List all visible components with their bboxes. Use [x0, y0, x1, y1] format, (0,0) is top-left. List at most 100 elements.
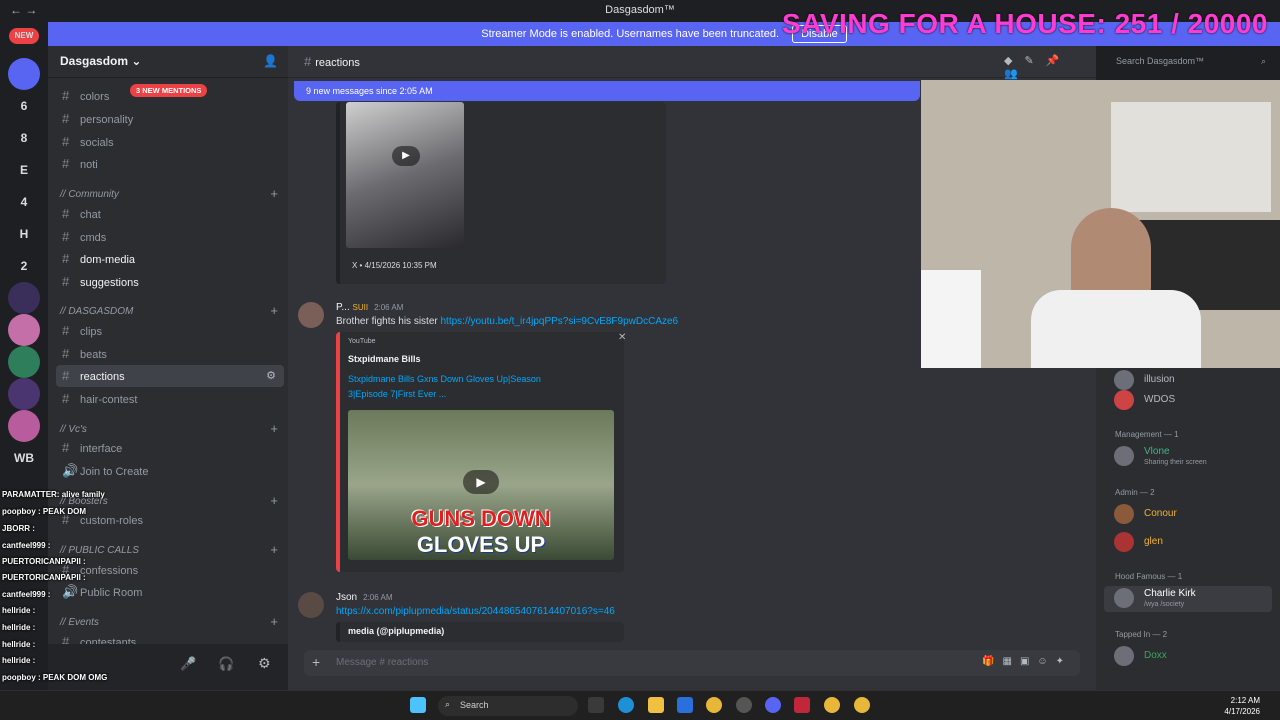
category-dasgasdom[interactable]: // DASGASDOM — [60, 306, 133, 317]
channel-reactions[interactable]: # reactions ⚙ — [56, 365, 284, 387]
file-explorer-icon[interactable] — [648, 697, 664, 713]
server-name: Dasgasdom — [60, 54, 129, 68]
obs-icon[interactable] — [736, 697, 752, 713]
search-input[interactable]: Search Dasgasdom™ ⌕ — [1110, 53, 1272, 71]
channel-cmds[interactable]: # cmds — [56, 226, 284, 248]
channel-personality[interactable]: # personality — [56, 108, 284, 130]
chrome-icon[interactable] — [706, 697, 722, 713]
category-vcs[interactable]: // Vc's — [60, 424, 87, 435]
add-channel-icon[interactable]: + — [270, 542, 278, 557]
channel-beats[interactable]: # beats — [56, 343, 284, 365]
channel-socials[interactable]: # socials — [56, 131, 284, 153]
member[interactable]: Doxx — [1104, 644, 1272, 670]
server-icon[interactable]: 8 — [8, 122, 40, 154]
new-badge[interactable]: NEW — [9, 28, 39, 44]
embed-provider: YouTube — [348, 338, 376, 345]
avatar — [1114, 532, 1134, 552]
channel-interface[interactable]: # interface — [56, 437, 284, 459]
message-link[interactable]: https://x.com/piplupmedia/status/2044865… — [336, 606, 615, 617]
channel-confessions[interactable]: # confessions — [56, 559, 284, 581]
category-community[interactable]: // Community — [60, 189, 119, 200]
add-channel-icon[interactable]: + — [270, 303, 278, 318]
channel-clips[interactable]: # clips — [56, 320, 284, 342]
hash-icon: # — [62, 274, 70, 289]
windows-start-icon[interactable] — [410, 697, 426, 713]
member[interactable]: Conour — [1104, 502, 1272, 528]
play-icon[interactable]: ▶ — [392, 146, 420, 166]
mic-muted-icon[interactable]: 🎤 — [180, 656, 196, 672]
author-name[interactable]: Json — [336, 592, 357, 603]
message-input[interactable]: + Message # reactions 🎁▦▣☺✦ — [304, 650, 1080, 676]
server-icon[interactable]: H — [8, 218, 40, 250]
server-icon[interactable]: 2 — [8, 250, 40, 282]
plus-icon[interactable]: + — [312, 654, 320, 670]
voice-join-to-create[interactable]: 🔊 Join to Create — [56, 460, 284, 482]
server-icon[interactable] — [8, 58, 40, 90]
system-clock[interactable]: 2:12 AM 4/17/2026 — [1224, 695, 1260, 717]
channel-dom-media[interactable]: # dom-media — [56, 248, 284, 270]
youtube-embed: YouTube Stxpidmane Bills Stxpidmane Bill… — [336, 332, 626, 572]
app-icon[interactable] — [794, 697, 810, 713]
avatar[interactable] — [298, 302, 324, 328]
close-embed-icon[interactable]: ✕ — [618, 332, 626, 343]
channel-header: # reactions ◆✎📌👥 — [288, 46, 1096, 80]
header-action-icons[interactable]: ◆✎📌👥 — [1004, 54, 1096, 80]
author-name[interactable]: P... — [336, 302, 350, 313]
server-icon[interactable] — [8, 410, 40, 442]
embed-title-line2[interactable]: 3|Episode 7|First Ever ... — [348, 389, 446, 399]
user-tag: SUII — [352, 303, 369, 312]
member-group-label: Hood Famous — 1 — [1115, 572, 1183, 581]
stream-chat-line: hellride : — [2, 640, 36, 649]
channel-settings-icon[interactable]: ⚙ — [266, 365, 276, 387]
add-channel-icon[interactable]: + — [270, 421, 278, 436]
new-messages-bar[interactable]: 9 new messages since 2:05 AM — [294, 81, 920, 101]
server-icon[interactable]: 6 — [8, 90, 40, 122]
chrome-icon[interactable] — [854, 697, 870, 713]
channel-noti[interactable]: # noti — [56, 153, 284, 175]
thumb-caption-2: GLOVES UP — [416, 532, 546, 557]
edge-icon[interactable] — [618, 697, 634, 713]
chrome-icon[interactable] — [824, 697, 840, 713]
channel-hair-contest[interactable]: # hair-contest — [56, 388, 284, 410]
play-icon[interactable]: ▶ — [463, 470, 499, 494]
server-header[interactable]: Dasgasdom ⌄ 👤 — [48, 46, 288, 78]
store-icon[interactable] — [677, 697, 693, 713]
server-icon[interactable] — [8, 378, 40, 410]
channel-chat[interactable]: # chat — [56, 203, 284, 225]
add-member-icon[interactable]: 👤 — [263, 54, 278, 68]
settings-gear-icon[interactable]: ⚙ — [258, 655, 271, 672]
video-thumbnail[interactable]: ▶ — [346, 102, 464, 248]
taskbar-search[interactable]: ⌕ Search — [438, 696, 578, 716]
category-public-calls[interactable]: // PUBLIC CALLS — [60, 545, 139, 556]
hash-icon: # — [304, 54, 312, 69]
server-icon[interactable]: E — [8, 154, 40, 186]
task-view-icon[interactable] — [588, 697, 604, 713]
server-icon[interactable] — [8, 282, 40, 314]
search-icon: ⌕ — [445, 699, 451, 709]
channel-suggestions[interactable]: # suggestions — [56, 271, 284, 293]
member[interactable]: glen — [1104, 530, 1272, 556]
input-action-icons[interactable]: 🎁▦▣☺✦ — [982, 656, 1072, 667]
avatar[interactable] — [298, 592, 324, 618]
add-channel-icon[interactable]: + — [270, 614, 278, 629]
channel-custom-roles[interactable]: # custom-roles — [56, 509, 284, 531]
server-icon[interactable]: WB — [8, 442, 40, 474]
video-thumbnail[interactable]: ▶ GUNS DOWN GLOVES UP — [348, 410, 614, 560]
add-channel-icon[interactable]: + — [270, 493, 278, 508]
embed-title[interactable]: media (@piplupmedia) — [348, 626, 444, 636]
voice-public-room[interactable]: 🔊 Public Room — [56, 581, 284, 603]
embed-title[interactable]: Stxpidmane Bills Gxns Down Gloves Up|Sea… — [348, 374, 541, 384]
embed-author[interactable]: Stxpidmane Bills — [348, 354, 421, 364]
channel-colors[interactable]: # colors — [56, 85, 284, 107]
category-events[interactable]: // Events — [60, 617, 99, 628]
add-channel-icon[interactable]: + — [270, 186, 278, 201]
discord-icon[interactable] — [765, 697, 781, 713]
server-icon[interactable] — [8, 314, 40, 346]
message-link[interactable]: https://youtu.be/t_ir4jpqPPs?si=9CvE8F9p… — [441, 316, 679, 327]
member[interactable]: WDOS — [1104, 388, 1272, 414]
member[interactable]: Charlie Kirk/wya /society — [1104, 586, 1272, 612]
server-icon[interactable] — [8, 346, 40, 378]
server-icon[interactable]: 4 — [8, 186, 40, 218]
deafen-icon[interactable]: 🎧 — [218, 656, 234, 672]
member[interactable]: Vlone Sharing their screen — [1104, 444, 1272, 470]
